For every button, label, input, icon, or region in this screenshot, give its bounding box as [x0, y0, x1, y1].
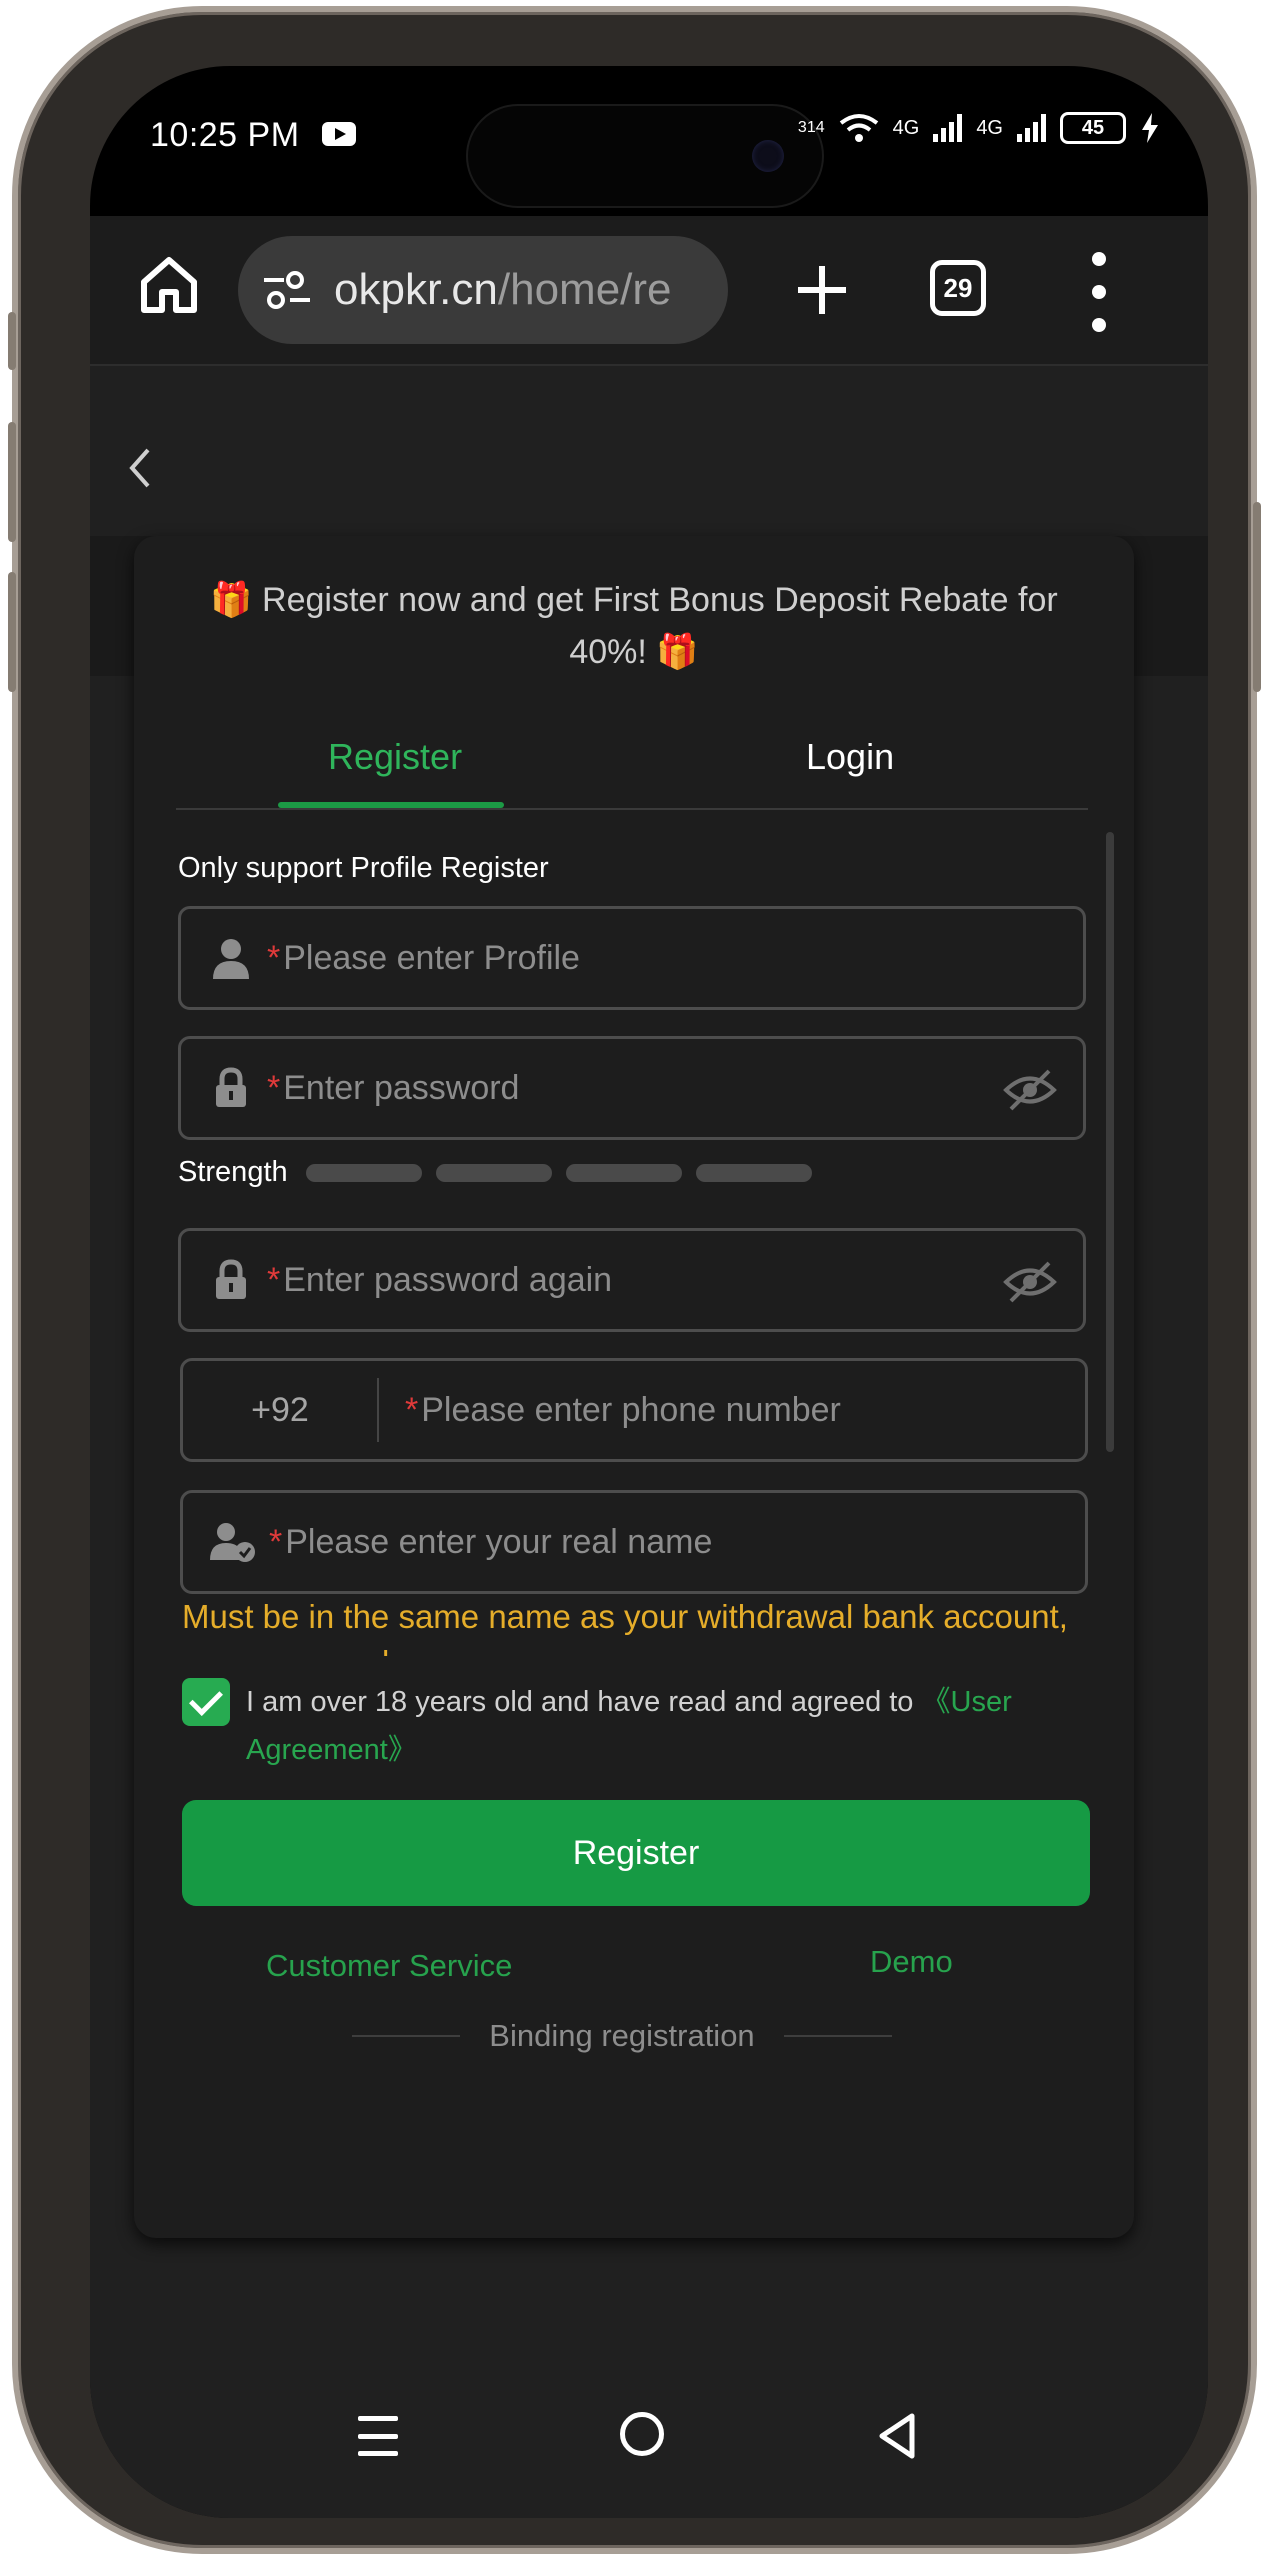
dynamic-island — [466, 104, 824, 208]
home-button-icon[interactable] — [620, 2412, 664, 2456]
clock: 10:25 PM — [150, 116, 300, 154]
strength-bar — [565, 1163, 682, 1182]
divider — [352, 2035, 460, 2037]
network-speed: 314 — [797, 119, 825, 136]
system-navigation-bar — [90, 2378, 1208, 2518]
status-icons: 314 4G 4G 45 — [798, 112, 1160, 144]
register-note: Only support Profile Register — [178, 852, 549, 884]
signal-icon-1 — [933, 114, 963, 142]
customer-service-link[interactable]: Customer Service — [266, 1948, 512, 1984]
phone-screen: 10:25 PM 314 4G 4G 45 okpkr.cn/home/re 2… — [90, 66, 1208, 2518]
network-type-1: 4G — [892, 116, 920, 139]
profile-field[interactable]: * Please enter Profile — [178, 906, 1086, 1010]
battery-icon: 45 — [1060, 112, 1126, 144]
strength-bar — [695, 1163, 812, 1182]
phone-field[interactable]: +92 * Please enter phone number — [180, 1358, 1088, 1462]
binding-registration-label: Binding registration — [489, 2018, 755, 2053]
lock-icon — [205, 1259, 257, 1301]
youtube-notification-icon — [322, 122, 356, 146]
new-tab-icon[interactable] — [790, 258, 854, 322]
required-mark: * — [267, 938, 281, 977]
scrollbar[interactable] — [1106, 832, 1114, 1452]
signal-icon-2 — [1017, 114, 1046, 142]
volume-down-button — [8, 572, 16, 692]
lock-icon — [205, 1067, 257, 1109]
page-content: 🎁 Register now and get First Bonus Depos… — [90, 366, 1208, 2518]
password-again-field[interactable]: * Enter password again — [178, 1228, 1086, 1332]
more-menu-icon[interactable] — [1086, 252, 1112, 332]
phone-placeholder: Please enter phone number — [421, 1390, 841, 1429]
profile-placeholder: Please enter Profile — [283, 938, 580, 977]
front-camera — [752, 140, 784, 172]
binding-registration[interactable]: Binding registration — [352, 2018, 892, 2054]
register-button[interactable]: Register — [182, 1800, 1090, 1906]
real-name-warning: Must be in the same name as your withdra… — [182, 1598, 1068, 1656]
charging-icon — [1142, 113, 1158, 143]
tabs-divider — [176, 808, 1088, 810]
verified-user-icon — [207, 1522, 259, 1562]
url-path: /home/re — [497, 265, 672, 314]
back-triangle-icon[interactable] — [876, 2412, 920, 2460]
tab-switcher-button[interactable]: 29 — [930, 260, 986, 316]
tab-login[interactable]: Login — [806, 736, 894, 778]
register-card: 🎁 Register now and get First Bonus Depos… — [134, 536, 1134, 2238]
tab-register[interactable]: Register — [328, 736, 462, 778]
hide-password-icon[interactable] — [1003, 1067, 1057, 1113]
back-arrow-icon[interactable] — [122, 446, 158, 490]
url-text: okpkr.cn/home/re — [334, 265, 672, 315]
strength-bar — [435, 1163, 552, 1182]
volume-up-button — [8, 422, 16, 542]
recent-apps-icon[interactable] — [358, 2416, 398, 2456]
agreement-text: I am over 18 years old and have read and… — [246, 1678, 1086, 1774]
agree-checkbox[interactable] — [182, 1678, 230, 1726]
strength-bar — [305, 1163, 422, 1182]
demo-link[interactable]: Demo — [870, 1944, 953, 1980]
required-mark: * — [269, 1522, 283, 1561]
address-bar[interactable]: okpkr.cn/home/re — [238, 236, 728, 344]
agreement-row: I am over 18 years old and have read and… — [182, 1678, 1086, 1774]
status-bar: 10:25 PM 314 4G 4G 45 — [90, 66, 1208, 216]
home-icon[interactable] — [136, 252, 202, 318]
url-host: okpkr.cn — [334, 265, 498, 314]
required-mark: * — [267, 1260, 281, 1299]
country-code[interactable]: +92 — [183, 1378, 379, 1442]
phone-frame: 10:25 PM 314 4G 4G 45 okpkr.cn/home/re 2… — [8, 6, 1261, 2554]
site-settings-icon[interactable] — [262, 269, 312, 311]
user-icon — [205, 937, 257, 979]
hide-password-icon[interactable] — [1003, 1259, 1057, 1305]
strength-label: Strength — [178, 1156, 288, 1188]
password-field[interactable]: * Enter password — [178, 1036, 1086, 1140]
real-name-field[interactable]: * Please enter your real name — [180, 1490, 1088, 1594]
real-name-placeholder: Please enter your real name — [285, 1522, 713, 1561]
browser-toolbar: okpkr.cn/home/re 29 — [90, 216, 1208, 366]
required-mark: * — [267, 1068, 281, 1107]
promo-banner: 🎁 Register now and get First Bonus Depos… — [210, 581, 1058, 671]
action-button — [8, 312, 16, 370]
password-placeholder: Enter password — [283, 1068, 520, 1107]
password-strength: Strength — [178, 1156, 826, 1189]
agreement-label: I am over 18 years old and have read and… — [246, 1686, 922, 1718]
required-mark: * — [405, 1390, 419, 1429]
wifi-icon — [839, 114, 878, 142]
power-button — [1253, 502, 1261, 692]
password-again-placeholder: Enter password again — [283, 1260, 613, 1299]
divider — [783, 2035, 892, 2037]
network-type-2: 4G — [976, 116, 1003, 139]
